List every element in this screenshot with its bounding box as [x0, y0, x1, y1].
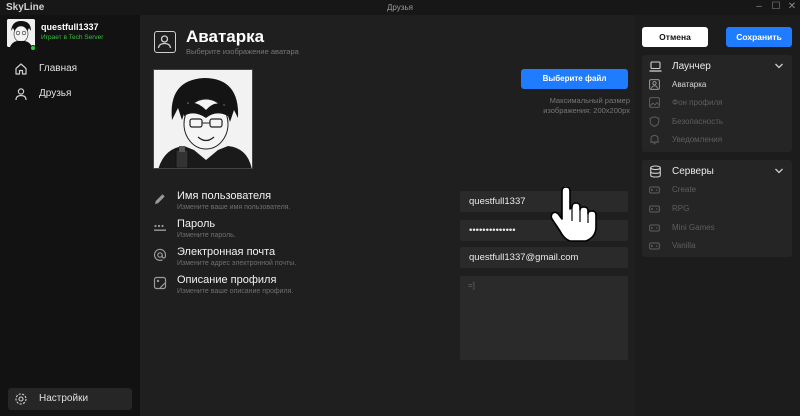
servers-panel-title: Серверы — [672, 166, 714, 177]
database-icon — [649, 165, 662, 178]
email-input[interactable]: questfull1337@gmail.com — [460, 247, 628, 268]
password-icon — [153, 220, 167, 234]
page-title: Аватарка — [186, 27, 265, 46]
laptop-icon — [649, 60, 662, 73]
profile-description-textarea[interactable]: =] — [460, 276, 628, 360]
sidebar-item-settings[interactable]: Настройки — [8, 388, 132, 410]
user-status: Играет в Tech Server — [41, 34, 104, 41]
field-description: Измените адрес электронной почты. — [177, 260, 297, 267]
field-label: Пароль — [177, 218, 216, 230]
max-size-note: Максимальный размер изображения: 200x200… — [543, 96, 630, 115]
password-input[interactable]: •••••••••••••• — [460, 220, 628, 241]
maximize-icon[interactable]: ☐ — [769, 1, 783, 13]
minimize-icon[interactable]: – — [752, 1, 766, 13]
launcher-item-background[interactable]: Фон профиля — [649, 96, 789, 110]
close-icon[interactable]: ✕ — [785, 1, 799, 13]
chevron-down-icon[interactable] — [774, 61, 784, 71]
avatar-icon — [649, 79, 660, 90]
gear-icon — [14, 392, 28, 406]
field-label: Имя пользователя — [177, 190, 272, 202]
image-edit-icon — [153, 276, 167, 290]
page-subtitle: Выберите изображение аватара — [186, 47, 299, 56]
sidebar: questfull1337 Играет в Tech Server Главн… — [0, 15, 140, 416]
window-title: Друзья — [387, 3, 413, 12]
at-icon — [153, 248, 167, 262]
server-item-vanilla[interactable]: Vanilla — [649, 239, 789, 253]
avatar-preview — [153, 69, 253, 169]
gamepad-icon — [649, 240, 660, 251]
save-button[interactable]: Сохранить — [726, 27, 792, 47]
user-profile[interactable]: questfull1337 Играет в Tech Server — [7, 19, 137, 51]
shield-icon — [649, 116, 660, 127]
title-bar: SkyLine Друзья – ☐ ✕ — [0, 0, 800, 15]
avatar — [7, 19, 35, 47]
server-item-label: Mini Games — [672, 223, 715, 232]
hand-cursor-icon — [550, 187, 598, 243]
launcher-item-security[interactable]: Безопасность — [649, 115, 789, 129]
pencil-icon — [153, 192, 167, 206]
sidebar-item-home[interactable]: Главная — [8, 58, 132, 80]
description-setting: Описание профиля Измените ваше описание … — [153, 274, 453, 300]
username-setting: Имя пользователя Измените ваше имя польз… — [153, 190, 453, 216]
cancel-button[interactable]: Отмена — [642, 27, 708, 47]
sidebar-item-label: Настройки — [39, 393, 89, 404]
field-description: Измените ваше описание профиля. — [177, 288, 294, 295]
image-icon — [649, 97, 660, 108]
chevron-down-icon[interactable] — [774, 166, 784, 176]
home-icon — [14, 62, 28, 76]
field-label: Описание профиля — [177, 274, 277, 286]
bell-icon — [649, 134, 660, 145]
field-description: Измените ваше имя пользователя. — [177, 204, 291, 211]
launcher-item-avatar[interactable]: Аватарка — [649, 78, 789, 92]
launcher-item-label: Уведомления — [672, 135, 723, 144]
server-item-create[interactable]: Create — [649, 183, 789, 197]
choose-file-button[interactable]: Выберите файл — [521, 69, 628, 89]
launcher-item-label: Фон профиля — [672, 98, 723, 107]
servers-panel: Серверы Create RPG Mini Games Vanilla — [642, 160, 792, 257]
user-icon — [14, 87, 28, 101]
server-item-label: Create — [672, 185, 697, 194]
email-setting: Электронная почта Измените адрес электро… — [153, 246, 453, 272]
gamepad-icon — [649, 203, 660, 214]
gamepad-icon — [649, 222, 660, 233]
field-description: Измените пароль. — [177, 232, 236, 239]
server-item-label: Vanilla — [672, 241, 696, 250]
launcher-panel: Лаунчер Аватарка Фон профиля Безопасност… — [642, 55, 792, 152]
sidebar-item-label: Главная — [39, 63, 78, 74]
sidebar-item-friends[interactable]: Друзья — [8, 83, 132, 105]
online-status-icon — [30, 45, 36, 51]
username-input[interactable]: questfull1337 — [460, 191, 628, 212]
avatar-icon — [154, 31, 176, 53]
user-name: questfull1337 — [41, 22, 99, 32]
server-item-label: RPG — [672, 204, 690, 213]
field-label: Электронная почта — [177, 246, 276, 258]
launcher-item-label: Аватарка — [672, 80, 707, 89]
main-content: Аватарка Выберите изображение аватара Вы… — [140, 15, 635, 416]
launcher-item-notifications[interactable]: Уведомления — [649, 133, 789, 147]
launcher-panel-title: Лаунчер — [672, 61, 711, 72]
launcher-item-label: Безопасность — [672, 117, 724, 126]
password-setting: Пароль Измените пароль. — [153, 218, 453, 244]
server-item-mini-games[interactable]: Mini Games — [649, 221, 789, 235]
gamepad-icon — [649, 184, 660, 195]
sidebar-item-label: Друзья — [39, 88, 72, 99]
server-item-rpg[interactable]: RPG — [649, 202, 789, 216]
